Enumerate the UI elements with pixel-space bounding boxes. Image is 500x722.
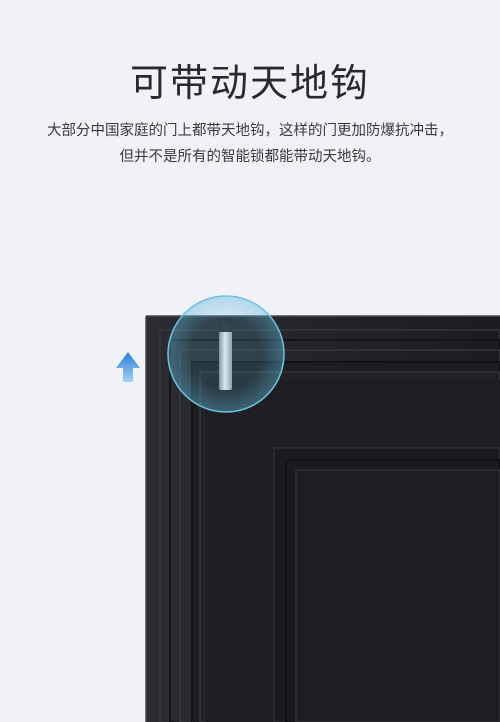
highlight-circle <box>167 295 285 413</box>
door-illustration <box>116 295 500 722</box>
up-arrow-icon <box>116 352 140 382</box>
